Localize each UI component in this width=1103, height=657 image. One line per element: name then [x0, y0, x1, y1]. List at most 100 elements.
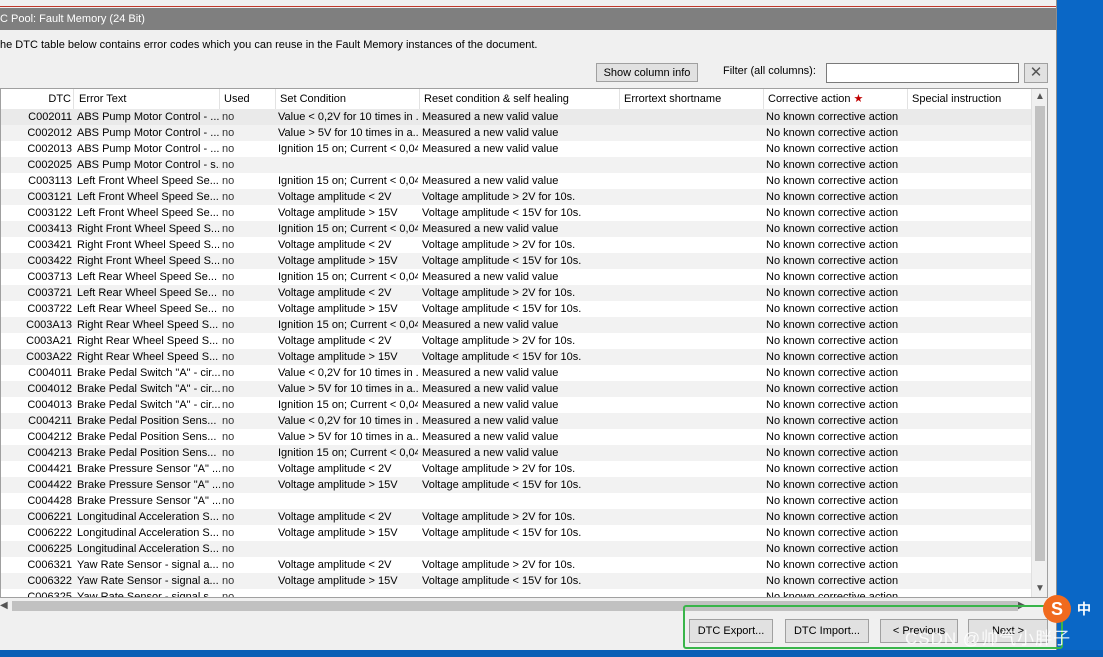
table-row[interactable]: C004422 Brake Pressure Sensor "A" ... no Vo… [1, 477, 1031, 493]
table-row[interactable]: C003122 Left Front Wheel Speed Se... no Vol… [1, 205, 1031, 221]
cell-used[interactable]: no [222, 173, 275, 189]
cell-errortext-shortname[interactable] [622, 573, 762, 589]
cell-reset-condition[interactable]: Voltage amplitude < 15V for 10s. [422, 525, 618, 541]
cell-error-text[interactable]: Left Front Wheel Speed Se... [77, 205, 220, 221]
cell-dtc[interactable]: C002011 [1, 109, 74, 125]
cell-set-condition[interactable]: Ignition 15 on; Current < 0,04... [278, 317, 418, 333]
cell-dtc[interactable]: C002013 [1, 141, 74, 157]
cell-dtc[interactable]: C003721 [1, 285, 74, 301]
cell-reset-condition[interactable]: Measured a new valid value [422, 429, 618, 445]
cell-reset-condition[interactable]: Voltage amplitude > 2V for 10s. [422, 237, 618, 253]
table-row[interactable]: C002011 ABS Pump Motor Control - ... no Val… [1, 109, 1031, 125]
cell-special-instruction[interactable] [910, 317, 1030, 333]
table-row[interactable]: C003A13 Right Rear Wheel Speed S... no Igni… [1, 317, 1031, 333]
cell-error-text[interactable]: Right Rear Wheel Speed S... [77, 317, 220, 333]
cell-error-text[interactable]: Brake Pedal Position Sens... [77, 445, 220, 461]
cell-errortext-shortname[interactable] [622, 397, 762, 413]
cell-used[interactable]: no [222, 429, 275, 445]
cell-corrective-action[interactable]: No known corrective action [766, 509, 906, 525]
column-header-special-instruction[interactable]: Special instruction [908, 89, 1031, 109]
cell-errortext-shortname[interactable] [622, 173, 762, 189]
cell-errortext-shortname[interactable] [622, 333, 762, 349]
cell-set-condition[interactable]: Ignition 15 on; Current < 0,04... [278, 397, 418, 413]
cell-corrective-action[interactable]: No known corrective action [766, 525, 906, 541]
column-header-corrective-action[interactable]: Corrective action ★ [764, 89, 908, 109]
table-row[interactable]: C006322 Yaw Rate Sensor - signal a... no Vo… [1, 573, 1031, 589]
column-header-errortext-shortname[interactable]: Errortext shortname [620, 89, 764, 109]
cell-error-text[interactable]: Right Front Wheel Speed S... [77, 237, 220, 253]
cell-errortext-shortname[interactable] [622, 509, 762, 525]
cell-corrective-action[interactable]: No known corrective action [766, 141, 906, 157]
cell-used[interactable]: no [222, 397, 275, 413]
table-row[interactable]: C003422 Right Front Wheel Speed S... no Vol… [1, 253, 1031, 269]
cell-set-condition[interactable]: Value < 0,2V for 10 times in ... [278, 413, 418, 429]
cell-errortext-shortname[interactable] [622, 493, 762, 509]
table-row[interactable]: C004213 Brake Pedal Position Sens... no Ign… [1, 445, 1031, 461]
cell-used[interactable]: no [222, 285, 275, 301]
scroll-left-icon[interactable]: ◀ [0, 598, 12, 614]
cell-special-instruction[interactable] [910, 525, 1030, 541]
sogou-ime-icon[interactable]: S [1043, 595, 1071, 623]
cell-reset-condition[interactable]: Voltage amplitude > 2V for 10s. [422, 461, 618, 477]
cell-reset-condition[interactable]: Voltage amplitude < 15V for 10s. [422, 349, 618, 365]
cell-corrective-action[interactable]: No known corrective action [766, 189, 906, 205]
cell-corrective-action[interactable]: No known corrective action [766, 397, 906, 413]
cell-reset-condition[interactable]: Measured a new valid value [422, 173, 618, 189]
cell-special-instruction[interactable] [910, 365, 1030, 381]
cell-error-text[interactable]: Brake Pedal Switch "A" - cir... [77, 365, 220, 381]
cell-dtc[interactable]: C006325 [1, 589, 74, 597]
cell-reset-condition[interactable]: Voltage amplitude < 15V for 10s. [422, 477, 618, 493]
cell-set-condition[interactable]: Ignition 15 on; Current < 0,04... [278, 173, 418, 189]
table-row[interactable]: C006225 Longitudinal Acceleration S... no N… [1, 541, 1031, 557]
table-row[interactable]: C003721 Left Rear Wheel Speed Se... no Volt… [1, 285, 1031, 301]
cell-reset-condition[interactable]: Measured a new valid value [422, 269, 618, 285]
cell-corrective-action[interactable]: No known corrective action [766, 317, 906, 333]
cell-used[interactable]: no [222, 509, 275, 525]
cell-used[interactable]: no [222, 541, 275, 557]
cell-corrective-action[interactable]: No known corrective action [766, 285, 906, 301]
cell-error-text[interactable]: Brake Pressure Sensor "A" ... [77, 477, 220, 493]
cell-set-condition[interactable]: Voltage amplitude > 15V [278, 253, 418, 269]
cell-reset-condition[interactable] [422, 541, 618, 557]
cell-errortext-shortname[interactable] [622, 349, 762, 365]
cell-set-condition[interactable]: Voltage amplitude > 15V [278, 477, 418, 493]
cell-error-text[interactable]: Longitudinal Acceleration S... [77, 509, 220, 525]
column-header-used[interactable]: Used [220, 89, 276, 109]
cell-reset-condition[interactable]: Measured a new valid value [422, 141, 618, 157]
cell-used[interactable]: no [222, 445, 275, 461]
cell-reset-condition[interactable] [422, 589, 618, 597]
cell-dtc[interactable]: C003A13 [1, 317, 74, 333]
cell-dtc[interactable]: C004421 [1, 461, 74, 477]
scroll-up-icon[interactable]: ▲ [1032, 89, 1047, 105]
cell-used[interactable]: no [222, 157, 275, 173]
cell-special-instruction[interactable] [910, 237, 1030, 253]
cell-reset-condition[interactable]: Voltage amplitude < 15V for 10s. [422, 253, 618, 269]
cell-special-instruction[interactable] [910, 477, 1030, 493]
cell-set-condition[interactable]: Voltage amplitude < 2V [278, 189, 418, 205]
cell-set-condition[interactable]: Voltage amplitude < 2V [278, 557, 418, 573]
cell-set-condition[interactable]: Ignition 15 on; Current < 0,04... [278, 141, 418, 157]
cell-reset-condition[interactable]: Measured a new valid value [422, 317, 618, 333]
ime-language-indicator[interactable]: 中 [1077, 599, 1091, 619]
cell-corrective-action[interactable]: No known corrective action [766, 557, 906, 573]
cell-special-instruction[interactable] [910, 557, 1030, 573]
cell-error-text[interactable]: Yaw Rate Sensor - signal a... [77, 557, 220, 573]
cell-dtc[interactable]: C004211 [1, 413, 74, 429]
cell-errortext-shortname[interactable] [622, 557, 762, 573]
table-row[interactable]: C006325 Yaw Rate Sensor - signal s... no No… [1, 589, 1031, 597]
cell-reset-condition[interactable]: Voltage amplitude > 2V for 10s. [422, 333, 618, 349]
column-header-dtc[interactable]: DTC [1, 89, 74, 109]
cell-set-condition[interactable]: Voltage amplitude > 15V [278, 349, 418, 365]
cell-reset-condition[interactable]: Measured a new valid value [422, 221, 618, 237]
cell-special-instruction[interactable] [910, 157, 1030, 173]
cell-dtc[interactable]: C006322 [1, 573, 74, 589]
table-row[interactable]: C004428 Brake Pressure Sensor "A" ... no No… [1, 493, 1031, 509]
cell-used[interactable]: no [222, 493, 275, 509]
table-row[interactable]: C006321 Yaw Rate Sensor - signal a... no Vo… [1, 557, 1031, 573]
cell-corrective-action[interactable]: No known corrective action [766, 109, 906, 125]
cell-errortext-shortname[interactable] [622, 189, 762, 205]
table-row[interactable]: C003413 Right Front Wheel Speed S... no Ign… [1, 221, 1031, 237]
cell-errortext-shortname[interactable] [622, 541, 762, 557]
cell-corrective-action[interactable]: No known corrective action [766, 157, 906, 173]
cell-reset-condition[interactable]: Voltage amplitude > 2V for 10s. [422, 285, 618, 301]
